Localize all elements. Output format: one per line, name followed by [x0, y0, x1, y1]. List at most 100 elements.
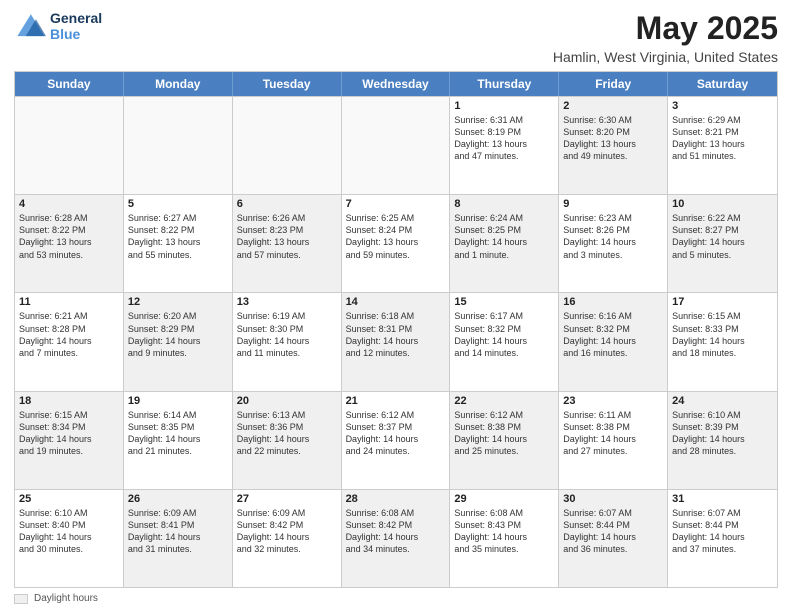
- cell-info-line: Daylight: 13 hours: [19, 236, 119, 248]
- cell-info-line: Daylight: 13 hours: [346, 236, 446, 248]
- cell-info-line: Daylight: 14 hours: [237, 433, 337, 445]
- cal-cell: 11Sunrise: 6:21 AMSunset: 8:28 PMDayligh…: [15, 293, 124, 390]
- cal-cell: [15, 97, 124, 194]
- cell-info-line: Sunrise: 6:13 AM: [237, 409, 337, 421]
- cell-info-line: Daylight: 14 hours: [454, 236, 554, 248]
- cal-header-tuesday: Tuesday: [233, 72, 342, 96]
- cal-cell: 6Sunrise: 6:26 AMSunset: 8:23 PMDaylight…: [233, 195, 342, 292]
- cell-info-line: Sunrise: 6:12 AM: [454, 409, 554, 421]
- cell-info-line: Sunrise: 6:24 AM: [454, 212, 554, 224]
- day-number: 24: [672, 395, 773, 407]
- day-number: 23: [563, 395, 663, 407]
- cal-header-monday: Monday: [124, 72, 233, 96]
- cell-info-line: Daylight: 14 hours: [454, 433, 554, 445]
- main-title: May 2025: [553, 10, 778, 47]
- day-number: 28: [346, 493, 446, 505]
- cell-info-line: Daylight: 13 hours: [672, 138, 773, 150]
- cal-cell: 16Sunrise: 6:16 AMSunset: 8:32 PMDayligh…: [559, 293, 668, 390]
- cell-info-line: Sunrise: 6:23 AM: [563, 212, 663, 224]
- cell-info-line: Sunrise: 6:21 AM: [19, 310, 119, 322]
- cell-info-line: Sunset: 8:32 PM: [563, 323, 663, 335]
- header: General Blue May 2025 Hamlin, West Virgi…: [14, 10, 778, 65]
- cell-info-line: Daylight: 14 hours: [346, 531, 446, 543]
- cell-info-line: Sunrise: 6:12 AM: [346, 409, 446, 421]
- cell-info-line: Sunrise: 6:17 AM: [454, 310, 554, 322]
- day-number: 31: [672, 493, 773, 505]
- cal-cell: 30Sunrise: 6:07 AMSunset: 8:44 PMDayligh…: [559, 490, 668, 587]
- cal-cell: 8Sunrise: 6:24 AMSunset: 8:25 PMDaylight…: [450, 195, 559, 292]
- cell-info-line: Sunset: 8:23 PM: [237, 224, 337, 236]
- cal-cell: 20 Sunrise: 6:13 AMSunset: 8:36 PMDayligh…: [233, 392, 342, 489]
- calendar: SundayMondayTuesdayWednesdayThursdayFrid…: [14, 71, 778, 588]
- cell-info-line: Daylight: 14 hours: [346, 335, 446, 347]
- cell-info-line: Daylight: 14 hours: [672, 236, 773, 248]
- day-number: 29: [454, 493, 554, 505]
- cal-cell: 13Sunrise: 6:19 AMSunset: 8:30 PMDayligh…: [233, 293, 342, 390]
- cell-info-line: Sunrise: 6:15 AM: [19, 409, 119, 421]
- cell-info-line: and 49 minutes.: [563, 150, 663, 162]
- cell-info-line: Sunrise: 6:20 AM: [128, 310, 228, 322]
- cal-cell: 25Sunrise: 6:10 AMSunset: 8:40 PMDayligh…: [15, 490, 124, 587]
- cell-info-line: and 22 minutes.: [237, 445, 337, 457]
- cell-info-line: Daylight: 14 hours: [128, 335, 228, 347]
- cell-info-line: Daylight: 14 hours: [454, 335, 554, 347]
- cal-cell: 15Sunrise: 6:17 AMSunset: 8:32 PMDayligh…: [450, 293, 559, 390]
- day-number: 20: [237, 395, 337, 407]
- cell-info-line: Daylight: 14 hours: [19, 531, 119, 543]
- footer: Daylight hours: [14, 593, 778, 604]
- cell-info-line: Sunrise: 6:31 AM: [454, 114, 554, 126]
- cell-info-line: Sunrise: 6:27 AM: [128, 212, 228, 224]
- cell-info-line: Sunrise: 6:09 AM: [128, 507, 228, 519]
- footer-label: Daylight hours: [34, 593, 98, 604]
- day-number: 6: [237, 198, 337, 210]
- cell-info-line: Sunrise: 6:08 AM: [454, 507, 554, 519]
- cell-info-line: Sunset: 8:36 PM: [237, 421, 337, 433]
- day-number: 5: [128, 198, 228, 210]
- cell-info-line: Daylight: 14 hours: [237, 335, 337, 347]
- cell-info-line: Sunrise: 6:07 AM: [672, 507, 773, 519]
- cal-header-wednesday: Wednesday: [342, 72, 451, 96]
- cal-cell: 26Sunrise: 6:09 AMSunset: 8:41 PMDayligh…: [124, 490, 233, 587]
- cal-header-saturday: Saturday: [668, 72, 777, 96]
- cal-cell: 2Sunrise: 6:30 AMSunset: 8:20 PMDaylight…: [559, 97, 668, 194]
- cell-info-line: Sunrise: 6:26 AM: [237, 212, 337, 224]
- day-number: 18: [19, 395, 119, 407]
- cell-info-line: and 57 minutes.: [237, 249, 337, 261]
- day-number: 14: [346, 296, 446, 308]
- day-number: 4: [19, 198, 119, 210]
- cell-info-line: and 47 minutes.: [454, 150, 554, 162]
- cell-info-line: and 51 minutes.: [672, 150, 773, 162]
- cell-info-line: and 34 minutes.: [346, 543, 446, 555]
- cell-info-line: and 55 minutes.: [128, 249, 228, 261]
- logo-text: General Blue: [50, 10, 102, 42]
- cell-info-line: and 21 minutes.: [128, 445, 228, 457]
- day-number: 9: [563, 198, 663, 210]
- day-number: 19: [128, 395, 228, 407]
- day-number: 15: [454, 296, 554, 308]
- cell-info-line: Daylight: 14 hours: [672, 433, 773, 445]
- cell-info-line: Sunset: 8:27 PM: [672, 224, 773, 236]
- cell-info-line: Daylight: 13 hours: [454, 138, 554, 150]
- cell-info-line: Sunset: 8:40 PM: [19, 519, 119, 531]
- cell-info-line: and 16 minutes.: [563, 347, 663, 359]
- cal-cell: 10Sunrise: 6:22 AMSunset: 8:27 PMDayligh…: [668, 195, 777, 292]
- cell-info-line: Sunset: 8:28 PM: [19, 323, 119, 335]
- cell-info-line: Sunrise: 6:29 AM: [672, 114, 773, 126]
- day-number: 7: [346, 198, 446, 210]
- cal-row-1: 1Sunrise: 6:31 AMSunset: 8:19 PMDaylight…: [15, 96, 777, 194]
- cell-info-line: and 25 minutes.: [454, 445, 554, 457]
- cell-info-line: Sunset: 8:38 PM: [563, 421, 663, 433]
- cell-info-line: Daylight: 14 hours: [563, 236, 663, 248]
- cell-info-line: Sunrise: 6:25 AM: [346, 212, 446, 224]
- day-number: 25: [19, 493, 119, 505]
- cell-info-line: Sunrise: 6:14 AM: [128, 409, 228, 421]
- cell-info-line: Daylight: 14 hours: [19, 433, 119, 445]
- day-number: 10: [672, 198, 773, 210]
- cal-cell: [124, 97, 233, 194]
- cal-cell: 31Sunrise: 6:07 AMSunset: 8:44 PMDayligh…: [668, 490, 777, 587]
- day-number: 22: [454, 395, 554, 407]
- day-number: 21: [346, 395, 446, 407]
- cell-info-line: and 28 minutes.: [672, 445, 773, 457]
- cell-info-line: and 53 minutes.: [19, 249, 119, 261]
- cell-info-line: and 24 minutes.: [346, 445, 446, 457]
